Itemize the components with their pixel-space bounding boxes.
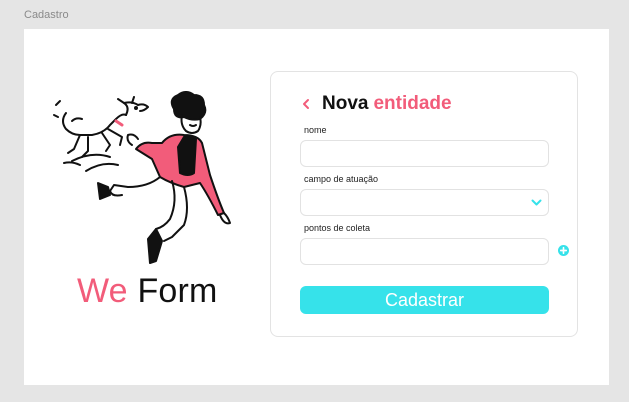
chevron-left-icon[interactable] [301, 97, 315, 111]
plus-circle-icon[interactable] [558, 245, 569, 256]
title-part2: entidade [373, 93, 452, 114]
chevron-down-icon [531, 199, 542, 206]
pontos-input[interactable] [300, 238, 549, 265]
nome-label: nome [304, 125, 327, 135]
campo-select[interactable] [300, 189, 549, 216]
pontos-label: pontos de coleta [304, 223, 371, 233]
nome-input[interactable] [300, 140, 549, 167]
title-part1: Nova [322, 93, 369, 114]
frame-label: Cadastro [24, 9, 69, 21]
man-and-dog-illustration [53, 91, 231, 264]
brand-accent: We [77, 272, 128, 310]
brand-rest: Form [127, 272, 218, 310]
form-card: Nova entidade nome campo de atuação pont… [270, 71, 578, 337]
cadastrar-button[interactable]: Cadastrar [300, 286, 549, 314]
campo-label: campo de atuação [304, 174, 379, 184]
cadastro-frame: We Form Nova entidade nome campo de atua… [24, 29, 609, 385]
form-title: Nova entidade [301, 93, 452, 115]
brand-logo: We Form [77, 272, 218, 311]
